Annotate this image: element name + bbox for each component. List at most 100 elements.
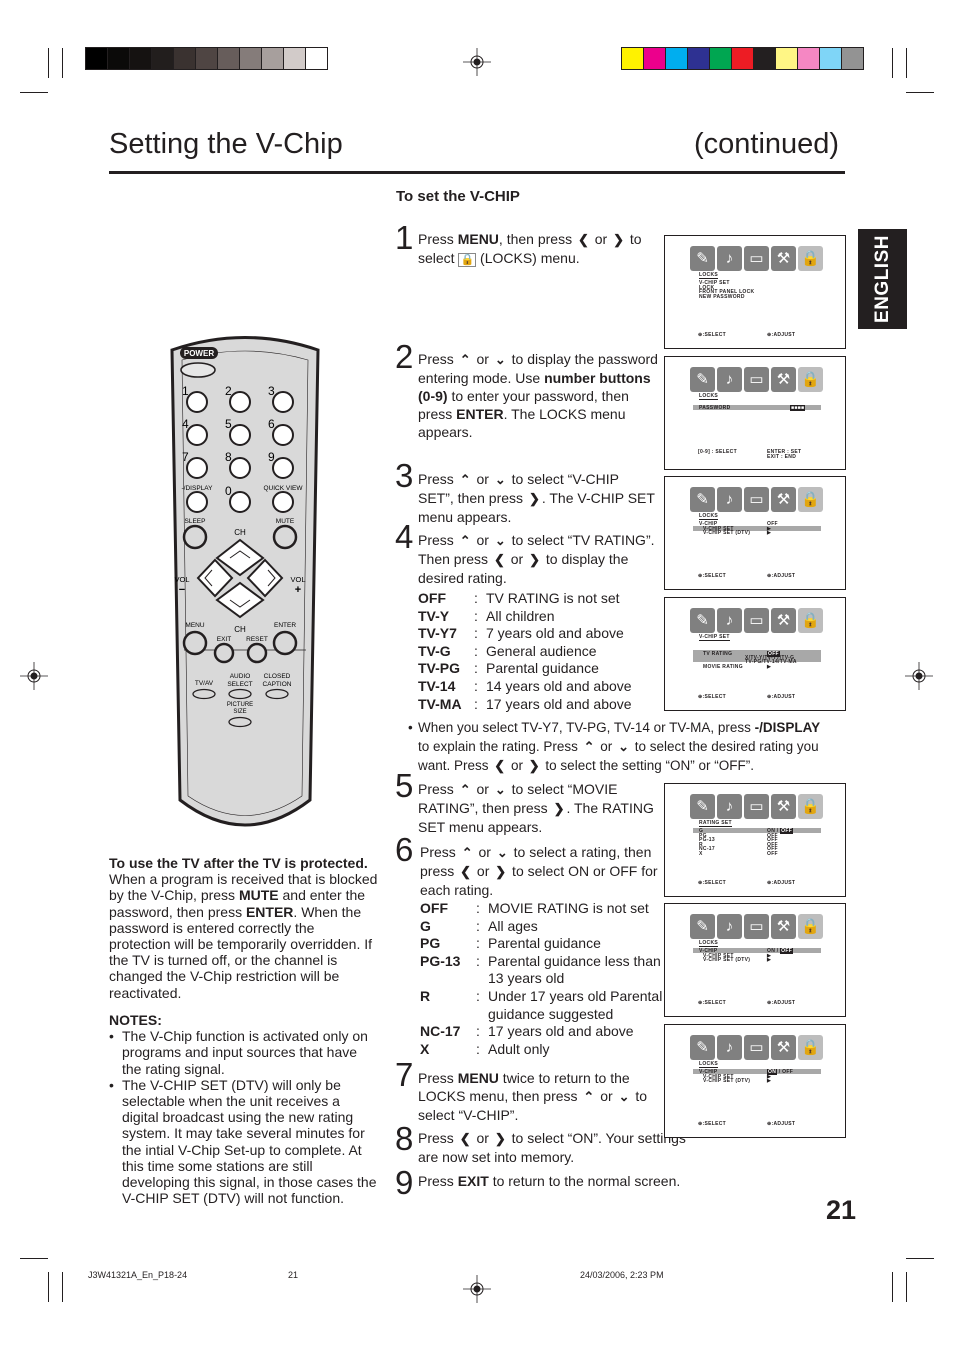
footer-file: J3W41321A_En_P18-24	[88, 1270, 188, 1280]
crop-mark	[906, 48, 907, 78]
osd-footer-select: ⊕:SELECT	[698, 880, 726, 886]
chevron-up-icon: ⌃	[461, 845, 473, 860]
audio-icon: ♪	[717, 1035, 742, 1060]
chevron-up-icon: ⌃	[459, 533, 471, 548]
digit-2-button[interactable]	[229, 391, 251, 413]
crop-mark	[906, 1272, 907, 1302]
chevron-right-icon: ❯	[494, 1131, 506, 1146]
lock-icon: 🔒	[798, 367, 823, 392]
audio-select-button[interactable]	[228, 688, 252, 700]
step-number: 6	[395, 831, 414, 868]
color-swatch	[152, 48, 173, 69]
digit-label: 2	[225, 384, 232, 398]
tv-av-button[interactable]	[192, 688, 216, 700]
crop-mark	[892, 48, 893, 78]
sleep-button[interactable]	[182, 524, 208, 550]
tv-rating-note: • When you select TV-Y7, TV-PG, TV-14 or…	[408, 720, 821, 773]
protected-note-heading: To use the TV after the TV is protected.	[109, 855, 368, 871]
digit-4-button[interactable]	[186, 424, 208, 446]
picture-size-button[interactable]	[228, 716, 252, 728]
tools-icon: ⚒	[771, 1035, 796, 1060]
osd-menu-item: V-CHIP SET (DTV)	[703, 957, 751, 964]
color-swatch	[842, 48, 863, 69]
vol-right-label: VOL	[290, 575, 305, 584]
registration-mark-icon	[905, 662, 933, 690]
power-button[interactable]	[180, 362, 216, 378]
digit-9-button[interactable]	[272, 457, 294, 479]
color-swatch	[130, 48, 151, 69]
crop-mark	[48, 48, 49, 78]
crop-mark	[892, 1272, 893, 1302]
crop-mark	[906, 92, 934, 93]
osd-menu-item: X	[699, 851, 703, 857]
page-title-continued: (continued)	[694, 128, 840, 160]
chevron-left-icon: ❮	[459, 1131, 471, 1146]
osd-menu-value: ▶	[767, 530, 772, 537]
chevron-right-icon: ❯	[528, 491, 540, 506]
notes: NOTES: The V-Chip function is activated …	[109, 1012, 379, 1206]
exit-button[interactable]	[213, 642, 235, 664]
osd-menu-screen: ✎ ♪ ▭ ⚒ 🔒 LOCKS V-CHIP ON / OFF V-CHIP SET ▶ V-CHI…	[664, 903, 846, 1017]
enter-button[interactable]	[272, 630, 298, 656]
digit-label: 6	[268, 417, 275, 431]
digit-0-button[interactable]	[229, 491, 251, 513]
chevron-left-icon: ❮	[577, 232, 589, 247]
rating-row: TV-Y7:7 years old and above	[418, 625, 624, 642]
reset-button[interactable]	[246, 642, 268, 664]
closed-caption-button[interactable]	[265, 688, 289, 700]
step-text: Press ⌃ or ⌄ to select “MOVIE RATING”, t…	[418, 781, 654, 835]
osd-footer-select: ⊕:SELECT	[698, 573, 726, 579]
color-swatch	[820, 48, 841, 69]
setup-icon: ▭	[744, 487, 769, 512]
osd-menu-item: TV RATING	[703, 651, 733, 657]
rating-row: TV-MA:17 years old and above	[418, 695, 632, 712]
picture-icon: ✎	[690, 794, 715, 819]
note-item: The V-CHIP SET (DTV) will only be select…	[109, 1077, 379, 1207]
notes-heading: NOTES:	[109, 1012, 162, 1028]
menu-button[interactable]	[182, 630, 208, 656]
step-number: 4	[395, 518, 414, 555]
osd-footer-adjust: ⊕:ADJUST	[767, 880, 796, 886]
step-text: Press ⌃ or ⌄ to select “TV RATING”. Then…	[418, 532, 655, 586]
digit-1-button[interactable]	[186, 391, 208, 413]
lock-icon: 🔒	[458, 253, 477, 267]
step-number: 9	[395, 1164, 414, 1201]
digit-5-button[interactable]	[229, 424, 251, 446]
rating-row: TV-Y: All children	[418, 607, 555, 624]
color-swatch	[306, 48, 327, 69]
osd-footer-adjust: ⊕:ADJUST	[767, 332, 796, 338]
color-swatch	[86, 48, 107, 69]
digit-6-button[interactable]	[272, 424, 294, 446]
quick-view-button[interactable]	[272, 491, 294, 513]
osd-footer-select: ⊕:SELECT	[698, 1121, 726, 1127]
enter-label: ENTER	[274, 622, 296, 629]
osd-menu-screen: ✎ ♪ ▭ ⚒ 🔒 LOCKS PASSWORD ■■■■ [0-9] : SELECT ENTE…	[664, 356, 846, 470]
osd-title: V-CHIP SET	[699, 634, 730, 641]
ch-down-label: CH	[234, 625, 246, 634]
mute-button[interactable]	[272, 524, 298, 550]
osd-title: LOCKS	[699, 513, 718, 520]
closed-label: CLOSED	[264, 673, 291, 680]
display-button[interactable]	[186, 491, 208, 513]
lock-icon: 🔒	[798, 487, 823, 512]
setup-icon: ▭	[744, 246, 769, 271]
grayscale-calibration-bar	[85, 47, 328, 70]
digit-3-button[interactable]	[272, 391, 294, 413]
color-swatch	[218, 48, 239, 69]
tools-icon: ⚒	[771, 367, 796, 392]
step-text: Press ⌃ or ⌄ to display the password ent…	[418, 351, 658, 440]
chevron-right-icon: ❯	[529, 552, 540, 567]
osd-footer-select: ⊕:SELECT	[698, 694, 726, 700]
digit-label: 4	[182, 417, 189, 431]
step-text: Press EXIT to return to the normal scree…	[418, 1173, 681, 1189]
digit-8-button[interactable]	[229, 457, 251, 479]
title-rule	[109, 171, 845, 174]
chevron-down-icon: ⌄	[494, 472, 506, 487]
lock-icon: 🔒	[798, 1035, 823, 1060]
digit-7-button[interactable]	[186, 457, 208, 479]
lock-icon: 🔒	[798, 794, 823, 819]
crop-mark	[906, 1258, 934, 1259]
picture-icon: ✎	[690, 246, 715, 271]
display-label: -/DISPLAY	[182, 485, 214, 492]
registration-mark-icon	[20, 662, 48, 690]
